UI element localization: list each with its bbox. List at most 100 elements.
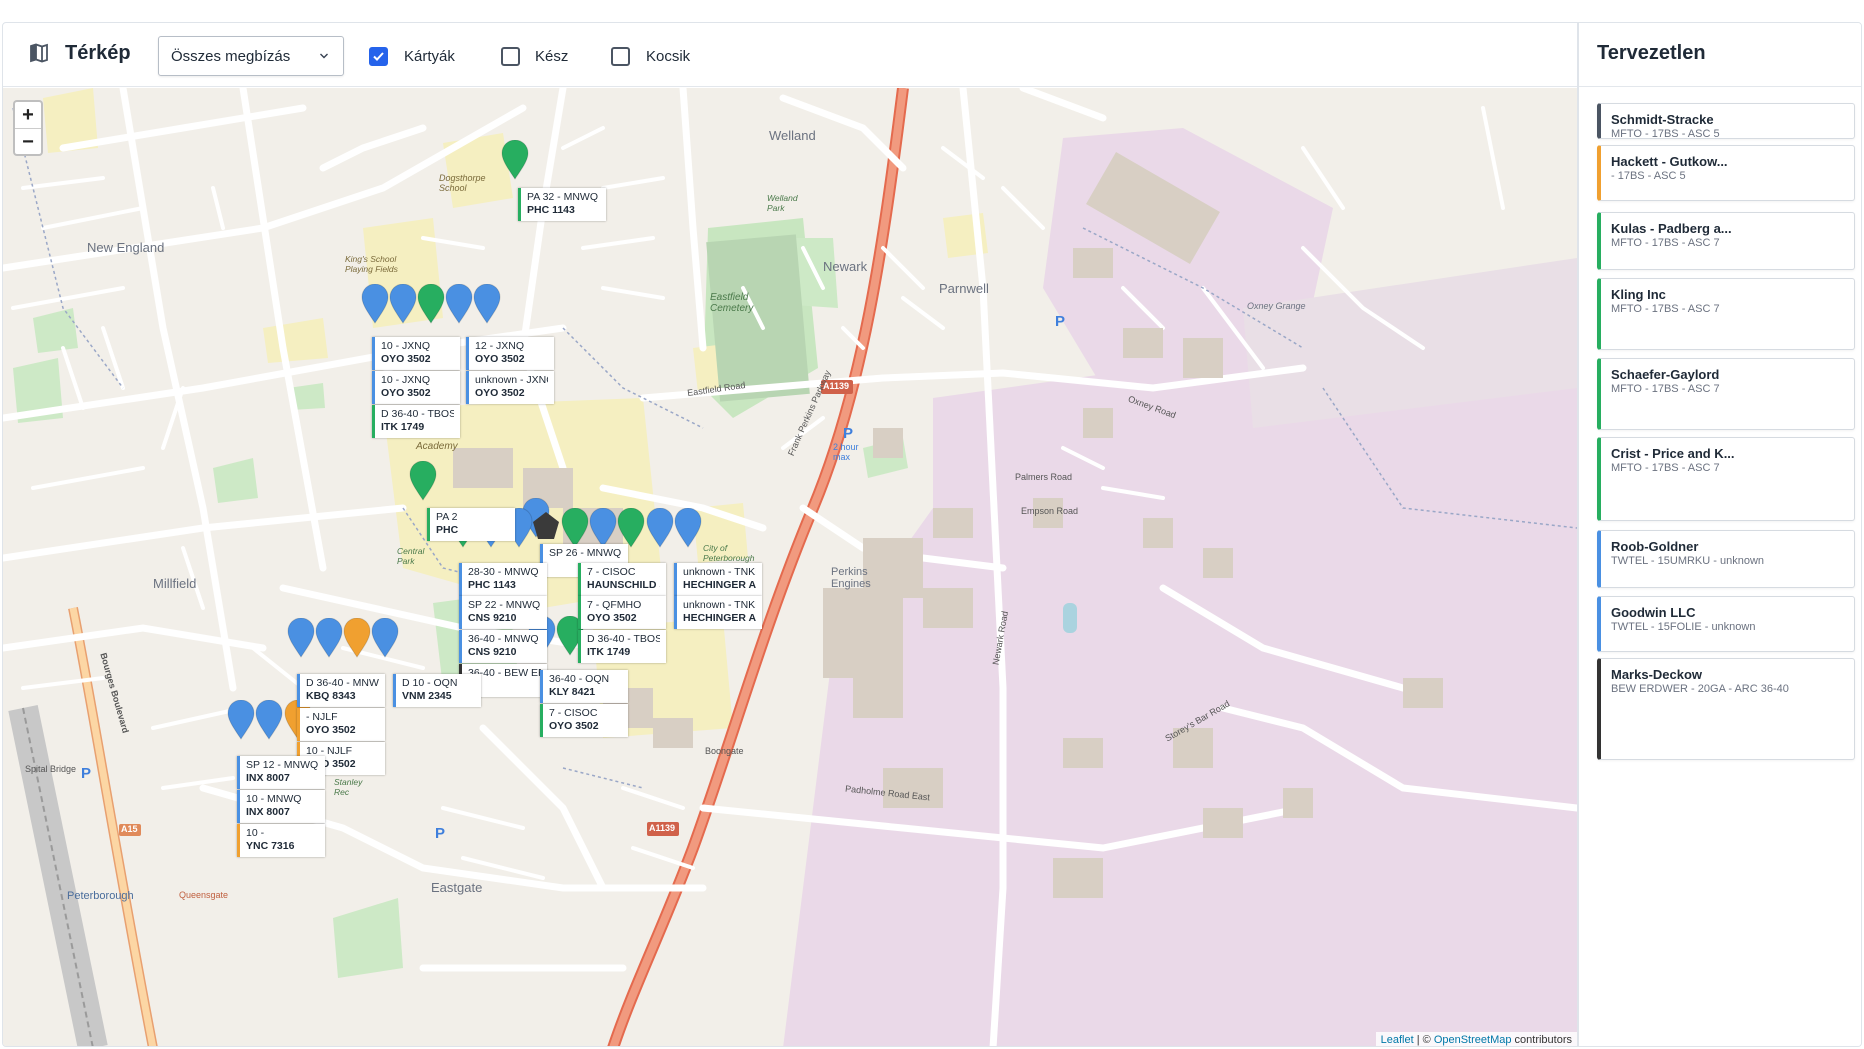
job-card-line2: OYO 3502 xyxy=(381,353,431,365)
place-label: King's School Playing Fields xyxy=(345,254,398,274)
map-marker-icon[interactable] xyxy=(409,461,437,501)
map-marker-icon[interactable] xyxy=(315,618,343,658)
job-card-line1: 36-40 - MNWQ xyxy=(468,633,539,645)
place-label: Welland Park xyxy=(767,193,798,213)
card-subtitle: MFTO - 17BS - ASC 7 xyxy=(1611,237,1720,249)
map-icon xyxy=(30,43,48,63)
job-card-line1: 7 - CISOC xyxy=(549,707,598,719)
unplanned-sidebar: Tervezetlen Schmidt-Stracke MFTO - 17BS -… xyxy=(1577,23,1861,1046)
job-card-line2: PHC 1143 xyxy=(468,579,516,591)
job-card-line2: OYO 3502 xyxy=(306,724,356,736)
card-title: Kling Inc xyxy=(1611,287,1666,302)
zoom-in-button[interactable]: + xyxy=(15,102,41,128)
job-card-label[interactable]: SP 22 - MNWQ CNS 9210 xyxy=(459,596,547,629)
app-frame: Térkép Összes megbízás Kártyák Kész Kocs… xyxy=(2,22,1862,1047)
job-card-label[interactable]: 7 - QFMHO OYO 3502 xyxy=(578,596,666,629)
map-marker-icon[interactable] xyxy=(343,618,371,658)
job-card-label[interactable]: 10 - MNWQ INX 8007 xyxy=(237,790,325,823)
job-card-label[interactable]: unknown - TNKPIHECHINGER ARK xyxy=(674,563,762,596)
job-card-label[interactable]: D 10 - OQN VNM 2345 xyxy=(393,674,481,707)
unplanned-card[interactable]: Kulas - Padberg a... MFTO - 17BS - ASC 7 xyxy=(1597,212,1855,270)
map-marker-icon[interactable] xyxy=(371,618,399,658)
map-marker-icon[interactable] xyxy=(227,700,255,740)
job-card-label[interactable]: 10 - JXNQ OYO 3502 xyxy=(372,337,460,370)
vehicle-marker-icon[interactable] xyxy=(532,508,560,548)
job-card-label[interactable]: 7 - CISOC OYO 3502 xyxy=(540,704,628,737)
card-title: Marks-Deckow xyxy=(1611,667,1703,682)
unplanned-card[interactable]: Roob-Goldner TWTEL - 15UMRKU - unknown xyxy=(1597,530,1855,588)
leaflet-link[interactable]: Leaflet xyxy=(1381,1034,1414,1046)
unplanned-card[interactable]: Goodwin LLC TWTEL - 15FOLIE - unknown xyxy=(1597,596,1855,652)
place-label: Welland xyxy=(769,128,816,143)
map-attribution: Leaflet | © OpenStreetMap contributors xyxy=(1375,1032,1577,1046)
job-card-label[interactable]: 10 - YNC 7316 xyxy=(237,824,325,857)
street-label: Spital Bridge xyxy=(25,764,77,774)
job-card-label[interactable]: 7 - CISOCHAUNSCHILD SU xyxy=(578,563,666,596)
unplanned-card[interactable]: Schmidt-Stracke MFTO - 17BS - ASC 5 xyxy=(1597,103,1855,140)
job-card-line1: SP 26 - MNWQ xyxy=(549,547,622,559)
job-card-label[interactable]: 36-40 - OQN KLY 8421 xyxy=(540,670,628,703)
job-card-label[interactable]: - NJLF OYO 3502 xyxy=(297,708,385,741)
osm-link[interactable]: OpenStreetMap xyxy=(1434,1034,1512,1046)
job-card-label[interactable]: unknown - JXNQ OYO 3502 xyxy=(466,371,554,404)
job-card-line2: CNS 9210 xyxy=(468,612,517,624)
place-label: Dogsthorpe School xyxy=(439,173,486,193)
card-title: Schaefer-Gaylord xyxy=(1611,367,1720,382)
page-title: Térkép xyxy=(65,42,131,64)
map-marker-icon[interactable] xyxy=(361,284,389,324)
card-title: Hackett - Gutkow... xyxy=(1611,154,1728,169)
road-number-label: A15 xyxy=(121,824,138,834)
map-marker-icon[interactable] xyxy=(501,140,529,180)
unplanned-card[interactable]: Hackett - Gutkow... - 17BS - ASC 5 xyxy=(1597,145,1855,201)
vehicles-checkbox[interactable] xyxy=(611,47,630,66)
job-card-label[interactable]: 36-40 - MNWQ CNS 9210 xyxy=(459,630,547,663)
job-card-label[interactable]: D 36-40 - TBOSAITK 1749 xyxy=(578,630,666,663)
map-marker-icon[interactable] xyxy=(445,284,473,324)
job-card-line1: unknown - TNKPI xyxy=(683,566,756,578)
map-marker-icon[interactable] xyxy=(674,508,702,548)
map-marker-icon[interactable] xyxy=(646,508,674,548)
vehicles-checkbox-label[interactable]: Kocsik xyxy=(646,48,690,65)
zoom-out-button[interactable]: − xyxy=(15,128,41,154)
place-label: Perkins Engines xyxy=(831,566,871,590)
unplanned-card[interactable]: Schaefer-Gaylord MFTO - 17BS - ASC 7 xyxy=(1597,358,1855,430)
attribution-text: contributors xyxy=(1511,1034,1572,1046)
cards-checkbox[interactable] xyxy=(369,47,388,66)
job-card-line1: SP 12 - MNWQ xyxy=(246,759,319,771)
sidebar-header: Tervezetlen xyxy=(1579,23,1861,87)
job-card-label[interactable]: 10 - JXNQ OYO 3502 xyxy=(372,371,460,404)
job-card-label[interactable]: PA 2 PHC xyxy=(427,508,515,541)
map-marker-icon[interactable] xyxy=(617,508,645,548)
map-marker-icon[interactable] xyxy=(561,508,589,548)
order-filter-select[interactable]: Összes megbízás xyxy=(158,36,344,76)
job-card-label[interactable]: 12 - JXNQ OYO 3502 xyxy=(466,337,554,370)
job-card-line2: ITK 1749 xyxy=(587,646,631,658)
cards-checkbox-label[interactable]: Kártyák xyxy=(404,48,455,65)
job-card-label[interactable]: 28-30 - MNWQ PHC 1143 xyxy=(459,563,547,596)
street-label: Palmers Road xyxy=(1015,472,1073,482)
map-marker-icon[interactable] xyxy=(389,284,417,324)
done-checkbox-label[interactable]: Kész xyxy=(535,48,568,65)
job-card-line1: D 36-40 - TBOSA xyxy=(381,408,454,420)
card-title: Schmidt-Stracke xyxy=(1611,112,1714,127)
map-marker-icon[interactable] xyxy=(417,284,445,324)
map-marker-icon[interactable] xyxy=(255,700,283,740)
unplanned-card[interactable]: Marks-Deckow BEW ERDWER - 20GA - ARC 36-4… xyxy=(1597,658,1855,760)
unplanned-card[interactable]: Crist - Price and K... MFTO - 17BS - ASC … xyxy=(1597,437,1855,521)
job-card-line2: ITK 1749 xyxy=(381,421,425,433)
job-card-label[interactable]: PA 32 - MNWQ PHC 1143 xyxy=(518,188,606,221)
unplanned-card[interactable]: Kling Inc MFTO - 17BS - ASC 7 xyxy=(1597,278,1855,350)
job-card-label[interactable]: D 36-40 - TBOSAITK 1749 xyxy=(372,405,460,438)
map-view[interactable]: P P P P New England Welland Newark Parnw… xyxy=(3,88,1577,1046)
job-card-label[interactable]: SP 12 - MNWQ INX 8007 xyxy=(237,756,325,789)
job-card-label[interactable]: D 36-40 - MNWQ KBQ 8343 xyxy=(297,674,385,707)
job-card-line1: unknown - TNKPI xyxy=(683,599,756,611)
job-card-label[interactable]: unknown - TNKPIHECHINGER ARK xyxy=(674,596,762,629)
job-card-line2: CNS 9210 xyxy=(468,646,517,658)
job-card-line1: unknown - JXNQ xyxy=(475,374,548,386)
street-label: Empson Road xyxy=(1021,506,1079,516)
map-marker-icon[interactable] xyxy=(287,618,315,658)
map-marker-icon[interactable] xyxy=(589,508,617,548)
map-marker-icon[interactable] xyxy=(473,284,501,324)
done-checkbox[interactable] xyxy=(501,47,520,66)
